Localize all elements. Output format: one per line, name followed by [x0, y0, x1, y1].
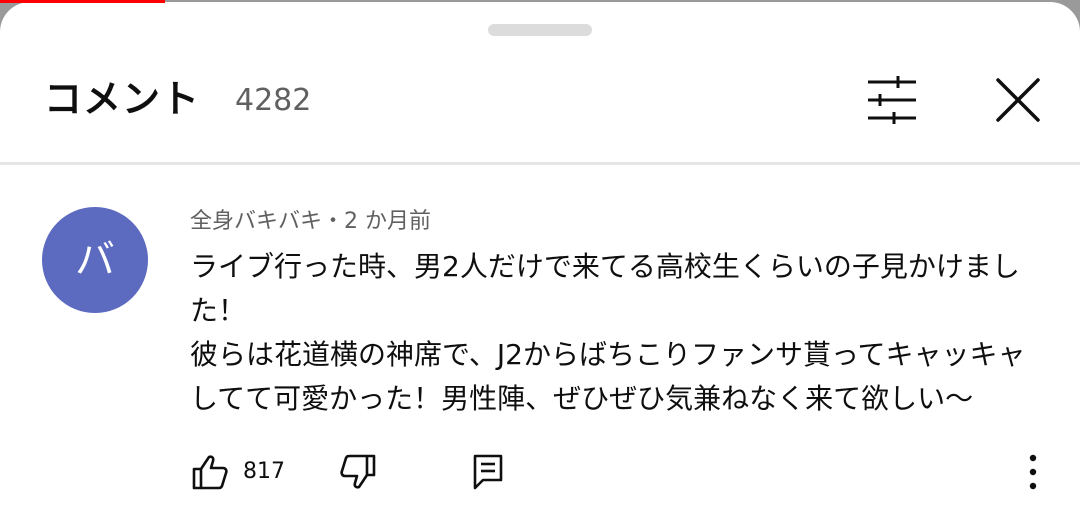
comment-author-and-time[interactable]: 全身バキバキ・2 か月前	[190, 207, 431, 237]
close-button[interactable]	[990, 72, 1046, 128]
comment-text: ライブ行った時、男2人だけで来てる高校生くらいの子見かけまし た！ 彼らは花道横…	[190, 245, 1050, 421]
reply-button[interactable]	[470, 452, 506, 492]
header-divider	[0, 162, 1080, 165]
like-button[interactable]	[190, 452, 230, 492]
avatar[interactable]: バ	[42, 207, 148, 313]
thumbs-down-icon	[340, 454, 376, 489]
video-progress-bar	[0, 0, 165, 3]
comment-line: ライブ行った時、男2人だけで来てる高校生くらいの子見かけまし	[190, 250, 1020, 283]
drag-handle[interactable]	[488, 24, 592, 36]
comments-title: コメント	[44, 77, 201, 121]
sliders-icon	[868, 76, 916, 124]
comment-line: 彼らは花道横の神席で、J2からばちこりファンサ貰ってキャッキャ	[190, 338, 1026, 371]
like-count: 817	[243, 459, 285, 484]
comment-line: た！	[190, 294, 247, 327]
more-actions-button[interactable]	[1018, 450, 1048, 494]
comments-count: 4282	[235, 83, 312, 118]
comments-sheet: コメント 4282 バ 全身バキバキ・2 か月前 ライブ行った時、男2人だけで来…	[0, 2, 1080, 530]
dislike-button[interactable]	[338, 452, 378, 492]
thumbs-up-icon	[192, 455, 228, 490]
more-vertical-icon	[1029, 454, 1037, 490]
reply-icon	[473, 454, 503, 490]
comment-line: してて可愛かった！男性陣、ぜひぜひ気兼ねなく来て欲しい〜	[190, 382, 974, 415]
close-icon	[996, 78, 1040, 122]
sort-filter-button[interactable]	[860, 72, 924, 128]
